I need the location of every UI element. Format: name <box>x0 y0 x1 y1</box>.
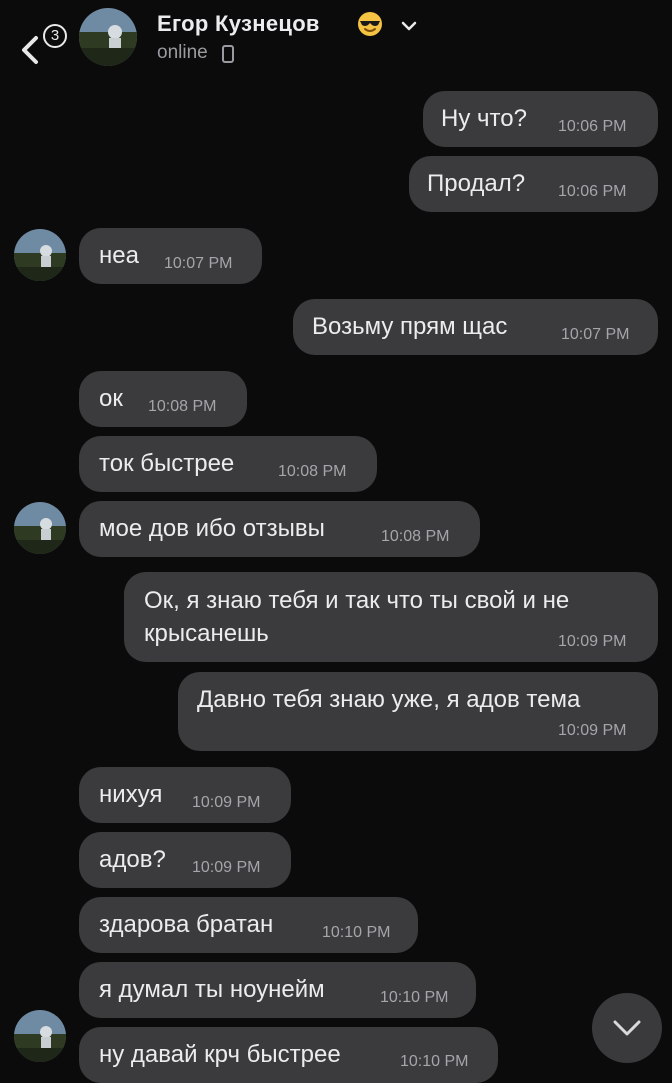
message-text: адов? <box>99 846 166 873</box>
message-time: 10:08 PM <box>148 398 217 415</box>
message-text: ок <box>99 385 123 412</box>
message-text: я думал ты ноунейм <box>99 976 325 1003</box>
message-bubble-incoming[interactable]: ок 10:08 PM <box>79 371 247 427</box>
message-bubble-outgoing[interactable]: Давно тебя знаю уже, я адов тема 10:09 P… <box>178 672 658 751</box>
message-time: 10:08 PM <box>278 463 347 480</box>
message-bubble-outgoing[interactable]: Возьму прям щас 10:07 PM <box>293 299 658 355</box>
message-bubble-outgoing[interactable]: Продал? 10:06 PM <box>409 156 658 212</box>
message-time: 10:10 PM <box>400 1053 469 1070</box>
sender-avatar[interactable] <box>14 229 66 281</box>
message-time: 10:10 PM <box>322 924 391 941</box>
contact-avatar[interactable] <box>79 8 137 66</box>
unread-count-badge: 3 <box>43 24 67 48</box>
message-time: 10:09 PM <box>558 722 627 739</box>
message-time: 10:08 PM <box>381 528 450 545</box>
message-bubble-incoming[interactable]: неа 10:07 PM <box>79 228 262 284</box>
message-bubble-incoming[interactable]: ток быстрее 10:08 PM <box>79 436 377 492</box>
message-bubble-outgoing[interactable]: Ну что? 10:06 PM <box>423 91 658 147</box>
scroll-to-bottom-button[interactable] <box>592 993 662 1063</box>
message-text: нихуя <box>99 781 163 808</box>
chat-header: 3 Егор Кузнецов online <box>0 0 672 80</box>
sunglasses-emoji-icon <box>358 12 382 36</box>
sender-avatar[interactable] <box>14 1010 66 1062</box>
sender-avatar[interactable] <box>14 502 66 554</box>
message-text: Ну что? <box>441 105 527 132</box>
message-bubble-incoming[interactable]: ну давай крч быстрее 10:10 PM <box>79 1027 498 1083</box>
contact-status: online <box>157 42 208 63</box>
mobile-device-icon <box>222 45 234 63</box>
message-time: 10:09 PM <box>192 859 261 876</box>
message-bubble-incoming[interactable]: нихуя 10:09 PM <box>79 767 291 823</box>
chevron-down-icon <box>613 1020 641 1036</box>
message-time: 10:07 PM <box>164 255 233 272</box>
message-time: 10:07 PM <box>561 326 630 343</box>
message-text: мое дов ибо отзывы <box>99 515 325 542</box>
chevron-down-icon[interactable] <box>399 16 419 36</box>
message-bubble-incoming[interactable]: здарова братан 10:10 PM <box>79 897 418 953</box>
contact-name[interactable]: Егор Кузнецов <box>157 11 320 37</box>
message-time: 10:09 PM <box>192 794 261 811</box>
message-bubble-incoming[interactable]: адов? 10:09 PM <box>79 832 291 888</box>
message-text: Возьму прям щас <box>312 313 508 340</box>
message-text: здарова братан <box>99 911 274 938</box>
back-button[interactable]: 3 <box>14 14 67 66</box>
message-time: 10:06 PM <box>558 183 627 200</box>
message-text-line-2: крысанешь <box>144 620 269 647</box>
message-bubble-outgoing[interactable]: Ок, я знаю тебя и так что ты свой и не к… <box>124 572 658 662</box>
message-bubble-incoming[interactable]: я думал ты ноунейм 10:10 PM <box>79 962 476 1018</box>
message-text: ну давай крч быстрее <box>99 1041 341 1068</box>
message-text: Давно тебя знаю уже, я адов тема <box>197 686 581 713</box>
message-time: 10:10 PM <box>380 989 449 1006</box>
message-bubble-incoming[interactable]: мое дов ибо отзывы 10:08 PM <box>79 501 480 557</box>
message-text: ток быстрее <box>99 450 235 477</box>
message-text-line-1: Ок, я знаю тебя и так что ты свой и не <box>144 587 570 614</box>
message-time: 10:06 PM <box>558 118 627 135</box>
message-text: Продал? <box>427 170 526 197</box>
message-text: неа <box>99 242 139 269</box>
message-time: 10:09 PM <box>558 633 627 650</box>
